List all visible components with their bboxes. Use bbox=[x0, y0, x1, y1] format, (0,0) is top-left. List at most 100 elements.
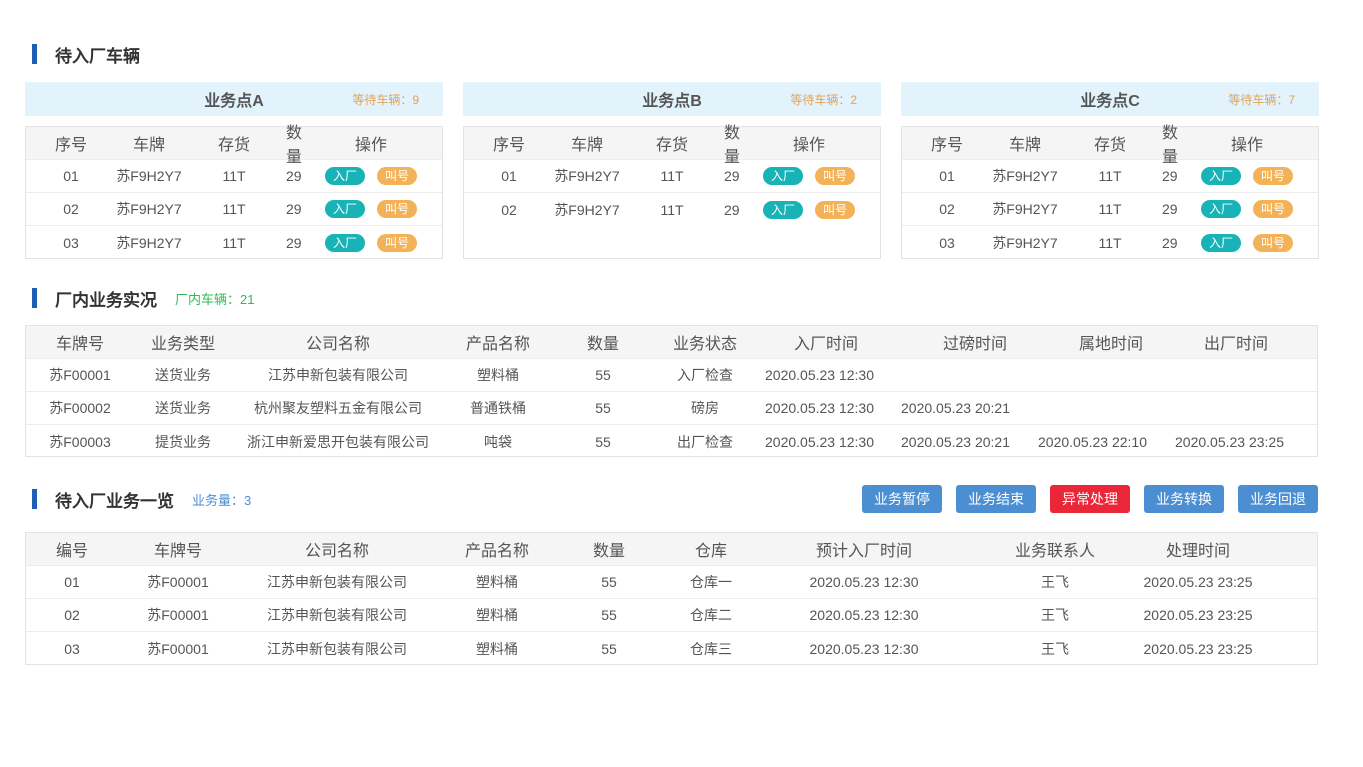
column-header: 数量 bbox=[586, 336, 620, 353]
table-cell: 江苏申新包装有限公司 bbox=[267, 640, 407, 657]
cell-qty: 29 bbox=[724, 168, 740, 184]
panel-table: 序号 车牌 存货 数量 操作 01 苏F9H2Y7 11T 29 入厂 叫号 02 苏F9H2Y7 11T… bbox=[901, 125, 1319, 259]
table-cell: 磅房 bbox=[691, 400, 719, 416]
table-cell: 江苏申新包装有限公司 bbox=[267, 574, 407, 590]
convert-business-button[interactable]: 业务转换 bbox=[1144, 485, 1224, 513]
table-cell: 普通铁桶 bbox=[470, 400, 526, 416]
column-header: 业务状态 bbox=[672, 336, 738, 353]
column-header: 序号 bbox=[930, 137, 963, 154]
table-cell: 仓库一 bbox=[690, 574, 732, 590]
column-header: 属地时间 bbox=[1078, 336, 1144, 353]
table-cell: 仓库二 bbox=[690, 607, 732, 623]
end-business-button[interactable]: 业务结束 bbox=[956, 485, 1036, 513]
rollback-business-button[interactable]: 业务回退 bbox=[1238, 485, 1318, 513]
column-header: 数量 bbox=[286, 125, 303, 166]
enter-plant-button[interactable]: 入厂 bbox=[1200, 233, 1241, 252]
pending-business-table: 编号 车牌号 公司名称 产品名称 数量 仓库 预计入厂时间 业务联系人 处理时间 01 苏F0000… bbox=[25, 532, 1318, 665]
cell-plate: 苏F9H2Y7 bbox=[554, 201, 620, 218]
table-cell: 55 bbox=[595, 433, 611, 450]
business-point-panel: 业务点A 等待车辆：9 序号 车牌 存货 数量 操作 01 苏F9H2Y7 11T 29 入厂 叫号 02… bbox=[25, 82, 443, 259]
call-number-button[interactable]: 叫号 bbox=[377, 233, 418, 252]
column-header: 数量 bbox=[1162, 125, 1179, 166]
column-header: 公司名称 bbox=[305, 336, 371, 353]
row-actions: 入厂 叫号 bbox=[1176, 167, 1318, 185]
enter-plant-button[interactable]: 入厂 bbox=[324, 167, 365, 185]
call-number-button[interactable]: 叫号 bbox=[815, 200, 856, 219]
in-plant-vehicle-count: 厂内车辆：21 bbox=[175, 291, 255, 307]
table-cell: 江苏申新包装有限公司 bbox=[268, 367, 408, 383]
row-actions: 入厂 叫号 bbox=[1176, 200, 1318, 218]
table-cell: 王飞 bbox=[1041, 607, 1069, 623]
waiting-vehicle-count: 等待车辆：2 bbox=[790, 92, 857, 107]
table-cell: 塑料桶 bbox=[476, 607, 518, 623]
exception-handling-button[interactable]: 异常处理 bbox=[1050, 485, 1130, 513]
enter-plant-button[interactable]: 入厂 bbox=[1200, 200, 1241, 218]
cell-plate: 苏F9H2Y7 bbox=[992, 234, 1058, 251]
table-cell: 2020.05.23 20:21 bbox=[901, 433, 1010, 450]
cell-no: 03 bbox=[939, 234, 955, 251]
table-cell: 塑料桶 bbox=[476, 574, 518, 590]
row-actions: 入厂 叫号 bbox=[300, 167, 442, 185]
column-header: 业务类型 bbox=[150, 336, 216, 353]
table-cell: 2020.05.23 12:30 bbox=[809, 640, 919, 657]
table-header-row: 序号 车牌 存货 数量 操作 bbox=[464, 125, 880, 166]
table-cell: 2020.05.23 12:30 bbox=[765, 400, 874, 416]
cell-stock: 11T bbox=[222, 234, 246, 251]
table-cell: 2020.05.23 23:25 bbox=[1143, 574, 1253, 590]
enter-plant-button[interactable]: 入厂 bbox=[1200, 167, 1241, 185]
cell-plate: 苏F9H2Y7 bbox=[116, 234, 182, 251]
table-row: 01 苏F00001 江苏申新包装有限公司 塑料桶 55 仓库一 2020.05.23 12… bbox=[26, 566, 1317, 599]
enter-plant-button[interactable]: 入厂 bbox=[762, 200, 803, 219]
call-number-button[interactable]: 叫号 bbox=[377, 167, 418, 185]
panel-name: 业务点A bbox=[204, 93, 264, 110]
column-header: 出厂时间 bbox=[1203, 336, 1269, 353]
call-number-button[interactable]: 叫号 bbox=[815, 167, 856, 185]
enter-plant-button[interactable]: 入厂 bbox=[762, 167, 803, 185]
column-header: 预计入厂时间 bbox=[815, 543, 913, 560]
column-header: 操作 bbox=[792, 137, 825, 154]
panel-name: 业务点B bbox=[642, 93, 702, 110]
call-number-button[interactable]: 叫号 bbox=[1253, 233, 1294, 252]
cell-qty: 29 bbox=[724, 201, 740, 218]
table-header-row: 车牌号 业务类型 公司名称 产品名称 数量 业务状态 入厂时间 过磅时间 属地时间 出厂时间 bbox=[26, 326, 1317, 359]
section-accent-bar bbox=[32, 44, 37, 64]
cell-no: 01 bbox=[939, 168, 955, 184]
enter-plant-button[interactable]: 入厂 bbox=[324, 233, 365, 252]
table-cell: 苏F00001 bbox=[147, 607, 209, 623]
pause-business-button[interactable]: 业务暂停 bbox=[862, 485, 942, 513]
table-cell: 王飞 bbox=[1041, 574, 1069, 590]
cell-no: 02 bbox=[63, 201, 79, 217]
table-row: 01 苏F9H2Y7 11T 29 入厂 叫号 bbox=[26, 160, 442, 193]
cell-no: 02 bbox=[501, 201, 517, 218]
section-title-in-plant: 厂内业务实况 厂内车辆：21 bbox=[32, 287, 255, 310]
column-header: 过磅时间 bbox=[942, 336, 1008, 353]
call-number-button[interactable]: 叫号 bbox=[1253, 167, 1294, 185]
column-header: 编号 bbox=[55, 543, 89, 560]
section-accent-bar bbox=[32, 288, 37, 308]
section-title-text: 厂内业务实况 bbox=[55, 290, 157, 310]
table-cell: 江苏申新包装有限公司 bbox=[267, 607, 407, 623]
panel-header: 业务点A 等待车辆：9 bbox=[25, 82, 443, 116]
table-row: 01 苏F9H2Y7 11T 29 入厂 叫号 bbox=[464, 160, 880, 193]
row-actions: 入厂 叫号 bbox=[300, 233, 442, 252]
row-actions: 入厂 叫号 bbox=[1176, 233, 1318, 252]
cell-no: 01 bbox=[63, 168, 79, 184]
table-cell: 出厂检查 bbox=[677, 433, 733, 450]
table-row: 02 苏F9H2Y7 11T 29 入厂 叫号 bbox=[902, 193, 1318, 226]
table-header-row: 编号 车牌号 公司名称 产品名称 数量 仓库 预计入厂时间 业务联系人 处理时间 bbox=[26, 533, 1317, 566]
table-cell: 2020.05.23 23:25 bbox=[1143, 640, 1253, 657]
table-cell: 提货业务 bbox=[155, 433, 211, 450]
column-header: 数量 bbox=[592, 543, 626, 560]
column-header: 数量 bbox=[724, 125, 741, 166]
call-number-button[interactable]: 叫号 bbox=[1253, 200, 1294, 218]
row-actions: 入厂 叫号 bbox=[738, 200, 880, 219]
table-cell: 仓库三 bbox=[690, 640, 732, 657]
table-cell: 塑料桶 bbox=[477, 367, 519, 383]
cell-no: 01 bbox=[501, 168, 517, 184]
enter-plant-button[interactable]: 入厂 bbox=[324, 200, 365, 218]
call-number-button[interactable]: 叫号 bbox=[377, 200, 418, 218]
table-cell: 2020.05.23 23:25 bbox=[1175, 433, 1284, 450]
table-cell: 02 bbox=[64, 607, 80, 623]
column-header: 产品名称 bbox=[465, 336, 531, 353]
cell-stock: 11T bbox=[660, 168, 684, 184]
